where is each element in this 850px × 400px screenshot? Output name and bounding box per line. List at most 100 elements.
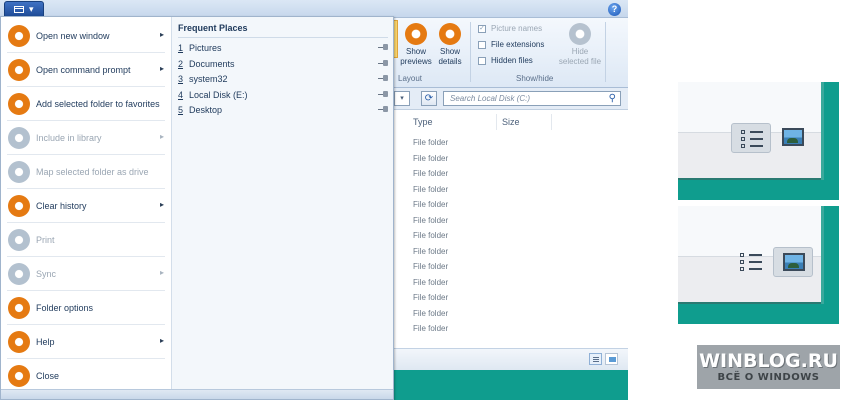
menu-item-label: Map selected folder as drive [36, 167, 149, 177]
details-icon [593, 357, 599, 358]
details-view-button[interactable] [589, 353, 602, 365]
table-row[interactable]: File folder [413, 154, 448, 163]
hidden-files-checkbox[interactable]: Hidden files [478, 56, 533, 68]
menu-item[interactable]: Open new window ▸ [1, 19, 171, 53]
menu-item[interactable]: Map selected folder as drive [1, 155, 171, 189]
pin-icon[interactable] [378, 44, 389, 51]
table-row[interactable]: File folder [413, 231, 448, 240]
table-row[interactable]: File folder [413, 200, 448, 209]
pin-icon[interactable] [378, 106, 389, 113]
table-row[interactable]: File folder [413, 309, 448, 318]
place-number: 4 [178, 89, 184, 100]
watermark: WINBLOG.RU ВСЁ О WINDOWS [697, 345, 840, 389]
pin-icon[interactable] [378, 75, 389, 82]
show-details-icon [439, 23, 461, 45]
column-separator[interactable] [551, 114, 552, 130]
picture-names-checkbox[interactable]: ✓ Picture names [478, 24, 542, 36]
frequent-place-item[interactable]: 5 Desktop [172, 103, 393, 119]
submenu-arrow-icon: ▸ [160, 336, 165, 345]
table-row[interactable]: File folder [413, 247, 448, 256]
frequent-places-title: Frequent Places [178, 23, 248, 33]
address-dropdown[interactable]: ▾ [394, 91, 410, 106]
menu-item[interactable]: Sync ▸ [1, 257, 171, 291]
hide-selected-file-button[interactable]: Hide selected file [558, 23, 602, 67]
application-menu: Open new window ▸ Open command prompt ▸ Add … [0, 16, 394, 400]
table-row[interactable]: File folder [413, 185, 448, 194]
submenu-arrow-icon: ▸ [160, 200, 165, 209]
frequent-place-item[interactable]: 1 Pictures [172, 41, 393, 57]
pin-icon[interactable] [378, 90, 389, 98]
menu-item[interactable]: Close [1, 359, 171, 393]
file-extensions-checkbox[interactable]: File extensions [478, 40, 544, 52]
address-bar: ▾ ⟳ Search Local Disk (C:) ⚲ [392, 88, 628, 110]
submenu-arrow-icon: ▸ [160, 132, 165, 141]
place-number: 5 [178, 105, 184, 115]
menu-item-label: Sync [36, 269, 57, 279]
place-label: Desktop [189, 105, 223, 115]
search-input[interactable]: Search Local Disk (C:) ⚲ [443, 91, 621, 106]
column-separator[interactable] [496, 114, 497, 130]
table-row[interactable]: File folder [413, 324, 448, 333]
menu-item[interactable]: Clear history ▸ [1, 189, 171, 223]
orange-disc-icon [8, 195, 30, 217]
file-extensions-label: File extensions [491, 40, 545, 49]
menu-item-label: Help [36, 337, 55, 347]
window-corner [678, 206, 824, 304]
help-icon[interactable]: ? [608, 3, 621, 16]
file-list: Type Size File folder File folder File fol… [392, 110, 628, 348]
ribbon: Show previews Show details Layout ✓ Pictu… [392, 18, 628, 88]
showhide-group-label: Show/hide [516, 74, 554, 83]
divider [178, 37, 388, 38]
table-row[interactable]: File folder [413, 262, 448, 271]
frequent-place-item[interactable]: 3 system32 [172, 72, 393, 88]
menu-item[interactable]: Open command prompt ▸ [1, 53, 171, 87]
status-bar [392, 348, 628, 370]
details-view-button-zoomed[interactable] [731, 247, 771, 277]
hide-selected-label: Hide selected file [558, 47, 602, 66]
menu-item[interactable]: Folder options [1, 291, 171, 325]
menu-item[interactable]: Print [1, 223, 171, 257]
place-number: 2 [178, 58, 184, 69]
large-icons-view-button[interactable] [605, 353, 618, 365]
show-details-button[interactable]: Show details [434, 23, 466, 67]
frequent-places-pane: Frequent Places 1 Pictures 2 Documents 3 syst… [172, 17, 393, 399]
chevron-down-icon: ▾ [29, 4, 34, 14]
large-icons-view-button-zoomed[interactable] [773, 247, 813, 277]
checkbox-checked-icon: ✓ [478, 24, 486, 33]
menu-item[interactable]: Help ▸ [1, 325, 171, 359]
window-icon [14, 6, 24, 13]
table-row[interactable]: File folder [413, 278, 448, 287]
place-label: Pictures [189, 43, 222, 53]
show-previews-button[interactable]: Show previews [400, 23, 432, 67]
orange-disc-icon [8, 93, 30, 115]
orange-disc-icon [8, 25, 30, 47]
large-icons-view-button-zoomed[interactable] [773, 123, 813, 153]
details-icon [741, 130, 763, 148]
layout-group-label: Layout [398, 74, 423, 83]
frequent-place-item[interactable]: 2 Documents [172, 57, 393, 73]
column-header-size[interactable]: Size [502, 117, 520, 127]
menu-item[interactable]: Add selected folder to favorites [1, 87, 171, 121]
place-label: Local Disk (E:) [189, 89, 248, 100]
details-view-button-zoomed[interactable] [731, 123, 771, 153]
table-row[interactable]: File folder [413, 293, 448, 302]
menu-item-label: Clear history [36, 201, 87, 211]
frequent-place-item[interactable]: 4 Local Disk (E:) [172, 88, 393, 104]
gray-disc-icon [8, 229, 30, 251]
table-row[interactable]: File folder [413, 169, 448, 178]
show-previews-icon [405, 23, 427, 45]
table-row[interactable]: File folder [413, 138, 448, 147]
menu-item[interactable]: Include in library ▸ [1, 121, 171, 155]
application-menu-button[interactable]: ▾ [4, 1, 44, 17]
table-row[interactable]: File folder [413, 216, 448, 225]
menu-item-label: Open command prompt [36, 65, 131, 75]
refresh-icon[interactable]: ⟳ [421, 91, 437, 106]
menu-item-label: Include in library [36, 133, 102, 143]
pin-icon[interactable] [378, 59, 389, 67]
picture-icon [783, 253, 805, 271]
orange-disc-icon [8, 331, 30, 353]
column-header-type[interactable]: Type [413, 117, 433, 127]
window-corner [678, 82, 824, 180]
checkbox-icon [478, 40, 486, 49]
zoom-panel-details [678, 82, 839, 200]
